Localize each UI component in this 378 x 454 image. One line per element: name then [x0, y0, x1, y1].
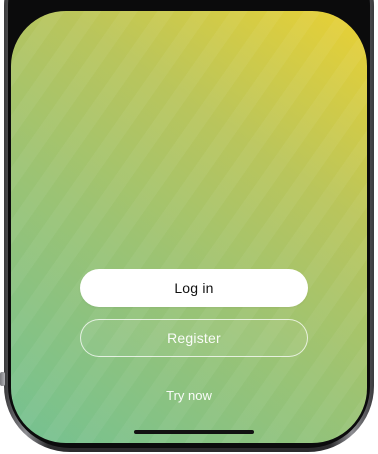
home-indicator[interactable]	[134, 430, 254, 434]
try-now-link[interactable]: Try now	[11, 388, 367, 403]
phone-mockup: Log in Register Try now	[0, 0, 378, 454]
login-button[interactable]: Log in	[80, 269, 308, 307]
app-screen: Log in Register Try now	[11, 11, 367, 443]
register-button[interactable]: Register	[80, 319, 308, 357]
side-button	[0, 372, 5, 386]
